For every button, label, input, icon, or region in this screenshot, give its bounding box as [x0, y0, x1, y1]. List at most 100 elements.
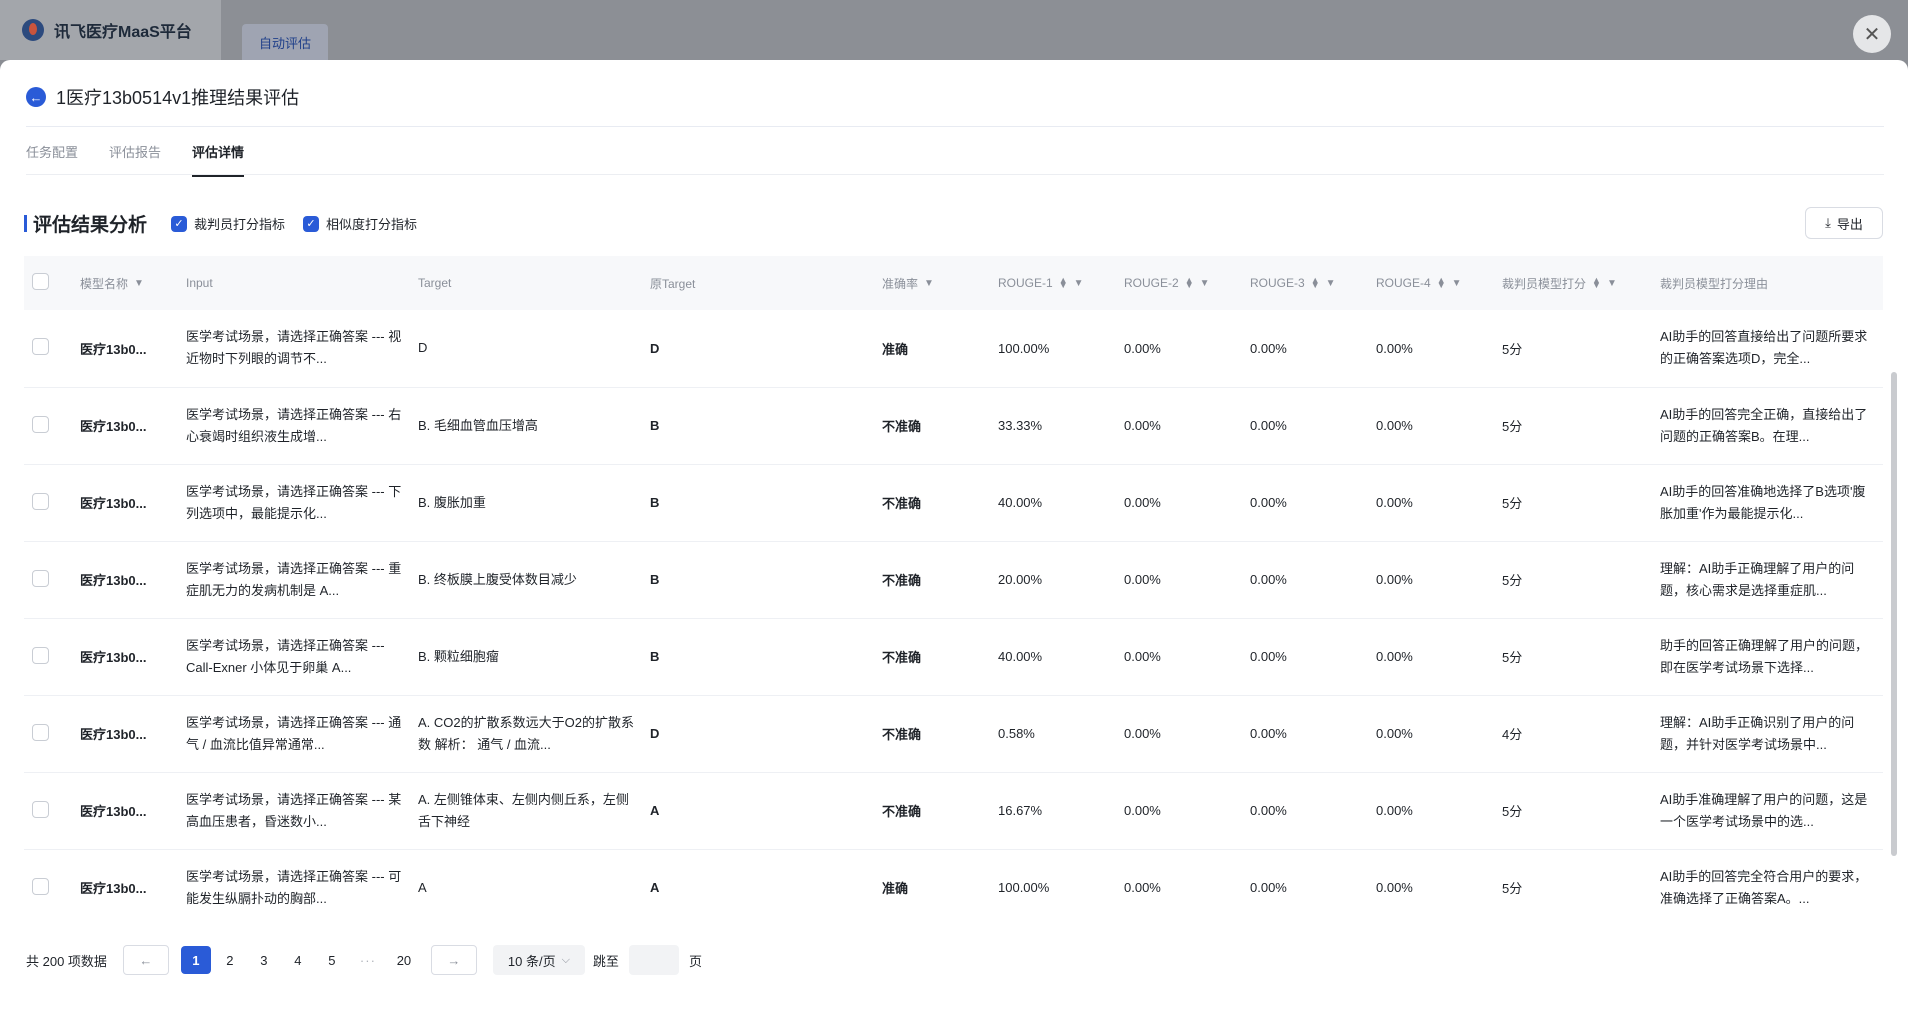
sort-icon[interactable]: ▲ ▼: [1437, 276, 1446, 290]
cell-rouge-1: 16.67%: [998, 803, 1043, 818]
cell-judge-score: 5分: [1502, 881, 1523, 896]
sort-icon[interactable]: ▲ ▼: [1311, 276, 1320, 290]
cell-rouge-2: 0.00%: [1124, 726, 1161, 741]
tab-eval-details[interactable]: 评估详情: [192, 142, 245, 177]
prev-page-button[interactable]: ←: [122, 945, 169, 975]
table-row[interactable]: 医疗13b0... 医学考试场景，请选择正确答案 --- Call-Exner 小…: [24, 618, 1883, 695]
cell-rouge-1: 100.00%: [998, 880, 1050, 895]
sort-icon[interactable]: ▲ ▼: [1059, 276, 1068, 290]
cell-judge-score: 5分: [1502, 573, 1523, 588]
page-suffix: 页: [688, 953, 702, 969]
cell-rouge-2: 0.00%: [1124, 572, 1161, 587]
cell-accuracy: 不准确: [882, 496, 922, 511]
cell-original-target: A: [650, 803, 660, 818]
select-all-checkbox[interactable]: [32, 273, 49, 290]
similarity-metrics-checkbox[interactable]: ✓ 相似度打分指标: [303, 214, 417, 233]
cell-accuracy: 不准确: [882, 804, 922, 819]
cell-model-name: 医疗13b0...: [80, 419, 147, 434]
row-checkbox[interactable]: [32, 415, 49, 433]
tab-eval-report[interactable]: 评估报告: [109, 142, 161, 177]
sort-icon[interactable]: ▲ ▼: [1185, 276, 1194, 290]
filter-icon[interactable]: ▼: [1074, 278, 1084, 289]
filter-icon[interactable]: ▼: [1452, 278, 1462, 289]
column-header: 裁判员模型打分理由: [1660, 276, 1769, 291]
next-page-button[interactable]: →: [430, 945, 477, 975]
table-row[interactable]: 医疗13b0... 医学考试场景，请选择正确答案 --- 某高血压患者，昏迷数小.…: [24, 772, 1883, 849]
page-4-button[interactable]: 4: [283, 946, 313, 974]
cell-rouge-1: 40.00%: [998, 649, 1043, 664]
table-row[interactable]: 医疗13b0... 医学考试场景，请选择正确答案 --- 可能发生纵膈扑动的胸部.…: [24, 849, 1883, 908]
cell-judge-score: 5分: [1502, 650, 1523, 665]
cell-target: A: [418, 879, 427, 895]
table-row[interactable]: 医疗13b0... 医学考试场景，请选择正确答案 --- 视近物时下列眼的调节不.…: [24, 310, 1883, 387]
table-scrollbar[interactable]: [1891, 372, 1897, 856]
page-ellipsis[interactable]: ···: [349, 953, 387, 968]
cell-rouge-4: 0.00%: [1376, 340, 1413, 356]
sort-icon[interactable]: ▲ ▼: [1592, 276, 1601, 290]
column-header: Target: [418, 276, 452, 290]
filter-icon[interactable]: ▼: [134, 278, 144, 289]
page-3-button[interactable]: 3: [249, 946, 279, 974]
cell-original-target: B: [650, 418, 660, 433]
row-checkbox[interactable]: [32, 877, 49, 895]
page-last-button[interactable]: 20: [389, 946, 419, 974]
cell-input: 医学考试场景，请选择正确答案 --- Call-Exner 小体见于卵巢 A..…: [186, 637, 385, 675]
row-checkbox[interactable]: [32, 800, 49, 818]
cell-rouge-2: 0.00%: [1124, 880, 1161, 895]
checkbox-label: 裁判员打分指标: [194, 217, 286, 232]
filter-icon[interactable]: ▼: [1607, 278, 1617, 289]
page-1-button[interactable]: 1: [180, 946, 211, 974]
back-arrow-icon[interactable]: ←: [26, 87, 46, 107]
close-icon[interactable]: ✕: [1853, 15, 1891, 53]
cell-rouge-4: 0.00%: [1376, 649, 1413, 664]
cell-original-target: D: [650, 340, 660, 356]
filter-icon[interactable]: ▼: [1326, 278, 1336, 289]
row-checkbox[interactable]: [32, 646, 49, 664]
column-header: 裁判员模型打分: [1502, 276, 1587, 291]
divider: [26, 126, 1884, 127]
column-header: ROUGE-3: [1250, 276, 1305, 290]
section-title: 评估结果分析: [33, 215, 148, 236]
cell-judge-score: 5分: [1502, 419, 1523, 434]
chevron-down-icon: ⌵: [561, 953, 570, 966]
row-checkbox[interactable]: [32, 723, 49, 741]
cell-model-name: 医疗13b0...: [80, 341, 147, 357]
cell-rouge-4: 0.00%: [1376, 495, 1413, 510]
cell-original-target: B: [650, 649, 660, 664]
page-2-button[interactable]: 2: [215, 946, 245, 974]
cell-rouge-1: 33.33%: [998, 418, 1043, 433]
filter-icon[interactable]: ▼: [924, 278, 934, 289]
table-header-row: 模型名称 ▼ Input Target 原Target 准确率 ▼ ROUGE-1 ▲…: [24, 256, 1883, 310]
export-button[interactable]: ⤓ 导出: [1805, 207, 1883, 239]
page-size-select[interactable]: 10 条/页 ⌵: [492, 945, 585, 975]
table-row[interactable]: 医疗13b0... 医学考试场景，请选择正确答案 --- 通气 / 血流比值异常通…: [24, 695, 1883, 772]
cell-accuracy: 不准确: [882, 727, 922, 742]
cell-rouge-3: 0.00%: [1250, 803, 1287, 818]
tab-bar: 任务配置 评估报告 评估详情: [26, 142, 245, 177]
column-header: 模型名称: [80, 276, 129, 291]
table-row[interactable]: 医疗13b0... 医学考试场景，请选择正确答案 --- 重症肌无力的发病机制是 …: [24, 541, 1883, 618]
cell-rouge-4: 0.00%: [1376, 726, 1413, 741]
results-table: 模型名称 ▼ Input Target 原Target 准确率 ▼ ROUGE-1 ▲…: [24, 256, 1883, 908]
page-5-button[interactable]: 5: [317, 946, 347, 974]
tab-task-config[interactable]: 任务配置: [26, 142, 78, 177]
export-label: 导出: [1836, 216, 1863, 232]
row-checkbox[interactable]: [32, 492, 49, 510]
section-header: 评估结果分析 ✓ 裁判员打分指标 ✓ 相似度打分指标: [24, 210, 435, 237]
cell-model-name: 医疗13b0...: [80, 804, 147, 819]
cell-rouge-1: 100.00%: [998, 340, 1050, 356]
table-row[interactable]: 医疗13b0... 医学考试场景，请选择正确答案 --- 下列选项中，最能提示化.…: [24, 464, 1883, 541]
app-title: 讯飞医疗MaaS平台: [54, 24, 192, 41]
cell-judge-reason: AI助手准确理解了用户的问题，这是一个医学考试场景中的选...: [1660, 791, 1868, 829]
jump-page-input[interactable]: [628, 945, 679, 975]
drawer-title-row: ← 1医疗13b0514v1推理结果评估: [26, 84, 299, 110]
cell-target: B. 终板膜上腹受体数目减少: [418, 571, 577, 587]
cell-judge-reason: 理解：AI助手正确识别了用户的问题，并针对医学考试场景中...: [1660, 714, 1855, 752]
row-checkbox[interactable]: [32, 569, 49, 587]
cell-rouge-3: 0.00%: [1250, 726, 1287, 741]
judge-metrics-checkbox[interactable]: ✓ 裁判员打分指标: [171, 214, 285, 233]
cell-accuracy: 准确: [882, 341, 909, 357]
filter-icon[interactable]: ▼: [1200, 278, 1210, 289]
table-row[interactable]: 医疗13b0... 医学考试场景，请选择正确答案 --- 右心衰竭时组织液生成增.…: [24, 387, 1883, 464]
row-checkbox[interactable]: [32, 338, 49, 356]
